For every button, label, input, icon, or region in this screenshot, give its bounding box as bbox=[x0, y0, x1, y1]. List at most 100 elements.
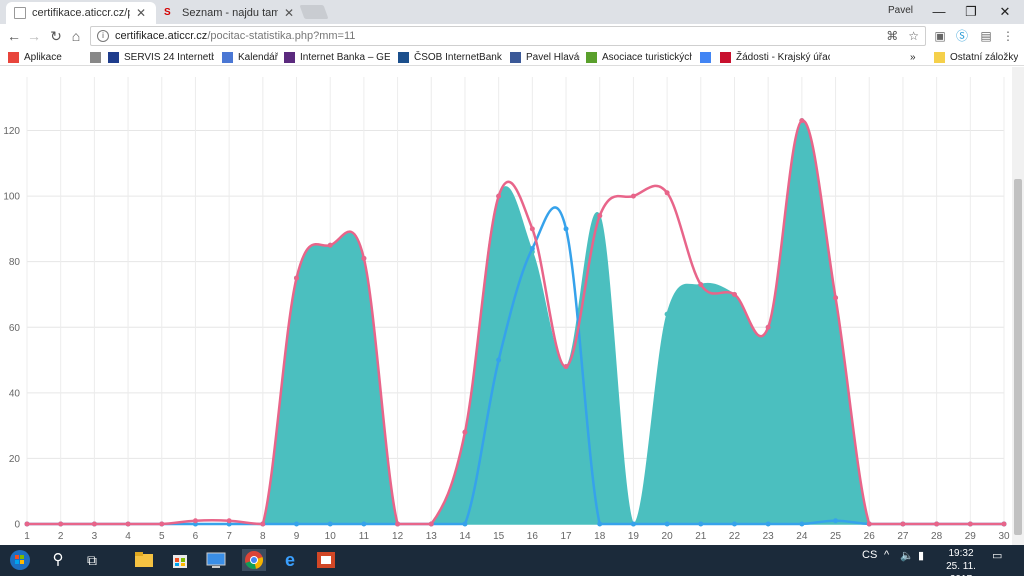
x-tick-label: 3 bbox=[92, 531, 98, 542]
network-icon[interactable]: ▮ bbox=[918, 549, 924, 562]
data-point bbox=[260, 521, 266, 527]
x-tick-label: 8 bbox=[260, 531, 266, 542]
chrome-icon[interactable] bbox=[242, 549, 266, 571]
data-point bbox=[462, 521, 468, 527]
clock-time: 19:32 bbox=[948, 548, 974, 559]
search-icon[interactable]: ⚲ bbox=[46, 549, 70, 571]
minimize-icon[interactable]: — bbox=[924, 2, 954, 22]
other-bookmarks-label: Ostatní záložky bbox=[950, 51, 1019, 63]
ge-bank-icon bbox=[284, 51, 295, 63]
data-point bbox=[529, 226, 535, 232]
data-point bbox=[731, 521, 737, 527]
clock[interactable]: 19:32 25. 11. 2017 bbox=[936, 547, 986, 586]
reload-icon[interactable]: ↻ bbox=[46, 26, 66, 46]
edge-icon[interactable]: e bbox=[278, 549, 302, 571]
bookmark-item[interactable]: ČSOB InternetBankin bbox=[398, 50, 502, 64]
menu-icon[interactable]: ⋮ bbox=[1000, 28, 1016, 44]
close-window-icon[interactable]: ✕ bbox=[990, 2, 1020, 22]
new-tab-button[interactable] bbox=[299, 5, 329, 19]
data-point bbox=[294, 521, 300, 527]
page-icon bbox=[14, 7, 26, 19]
vertical-scrollbar[interactable] bbox=[1012, 67, 1024, 545]
bookmark-item[interactable]: Žádosti - Krajský úřac bbox=[720, 50, 830, 64]
restore-icon[interactable]: ❐ bbox=[956, 2, 986, 22]
x-tick-label: 27 bbox=[897, 531, 909, 542]
bookmark-item[interactable]: Kalendář bbox=[222, 50, 278, 64]
task-view-icon[interactable]: ⧉ bbox=[80, 549, 104, 571]
bookmark-item[interactable]: Pavel Hlaváč bbox=[510, 50, 580, 64]
address-bar[interactable]: i certifikace.aticcr.cz/pocitac-statisti… bbox=[90, 26, 926, 46]
tab-active[interactable]: certifikace.aticcr.cz/pocit ✕ bbox=[6, 2, 156, 24]
x-tick-label: 11 bbox=[359, 531, 370, 542]
x-tick-label: 16 bbox=[527, 531, 539, 542]
bookmark-item[interactable]: Asociace turistických bbox=[586, 50, 692, 64]
bookmark-label: Aplikace bbox=[24, 51, 62, 63]
x-tick-label: 18 bbox=[594, 531, 606, 542]
data-point bbox=[529, 246, 535, 252]
bookmark-label: SERVIS 24 Internetba bbox=[124, 51, 214, 63]
url-host: certifikace.aticcr.cz bbox=[115, 30, 208, 42]
page-icon bbox=[90, 51, 101, 63]
file-explorer-icon[interactable] bbox=[132, 549, 156, 571]
language-indicator[interactable]: CS bbox=[862, 549, 877, 561]
tab-close-icon[interactable]: ✕ bbox=[284, 6, 294, 20]
tab-inactive[interactable]: S Seznam - najdu tam, co ✕ bbox=[156, 2, 302, 24]
x-tick-label: 20 bbox=[662, 531, 674, 542]
data-point bbox=[765, 521, 771, 527]
data-point bbox=[159, 521, 165, 527]
url-path: /pocitac-statistika.php?mm=11 bbox=[207, 30, 356, 42]
bookmark-item[interactable] bbox=[90, 50, 104, 64]
google-icon bbox=[700, 51, 711, 63]
volume-icon[interactable]: 🔈 bbox=[900, 549, 914, 562]
chevron-up-icon[interactable]: ^ bbox=[884, 549, 889, 561]
info-icon[interactable]: i bbox=[97, 30, 109, 42]
bookmark-label: Kalendář bbox=[238, 51, 278, 63]
data-point bbox=[664, 190, 670, 196]
x-tick-label: 25 bbox=[830, 531, 842, 542]
x-tick-label: 26 bbox=[864, 531, 876, 542]
data-point bbox=[125, 521, 131, 527]
data-point bbox=[765, 324, 771, 330]
forward-icon[interactable]: → bbox=[24, 26, 44, 46]
start-icon[interactable] bbox=[8, 549, 32, 571]
bookmark-item[interactable]: SERVIS 24 Internetba bbox=[108, 50, 214, 64]
extension-icon[interactable]: ▣ bbox=[932, 28, 948, 44]
presentation-icon[interactable] bbox=[314, 549, 338, 571]
bookmarks-overflow-icon[interactable]: » bbox=[910, 50, 916, 64]
translate-icon[interactable]: ⌘ bbox=[886, 29, 898, 43]
data-point bbox=[664, 521, 670, 527]
x-tick-label: 7 bbox=[226, 531, 232, 542]
back-icon[interactable]: ← bbox=[4, 26, 24, 46]
x-tick-label: 28 bbox=[931, 531, 943, 542]
data-point bbox=[900, 521, 906, 527]
data-point bbox=[967, 521, 973, 527]
data-point bbox=[496, 193, 502, 199]
tab-close-icon[interactable]: ✕ bbox=[136, 6, 146, 20]
calendar-icon bbox=[222, 51, 233, 63]
browser-toolbar: ← → ↻ ⌂ i certifikace.aticcr.cz/pocitac-… bbox=[0, 24, 1024, 48]
store-icon[interactable] bbox=[168, 549, 192, 571]
bookmark-item[interactable]: Aplikace bbox=[8, 50, 68, 64]
scrollbar-thumb[interactable] bbox=[1014, 179, 1022, 535]
folder-icon bbox=[934, 51, 945, 63]
tab-title: certifikace.aticcr.cz/pocit bbox=[32, 7, 130, 19]
apps-grid-icon bbox=[8, 51, 19, 63]
line-chart: 0204060801001201 2 3 4 5 6 7 8 9 10 11 12 13 14 15 16 17… bbox=[3, 77, 1010, 542]
other-bookmarks[interactable]: Ostatní záložky bbox=[934, 50, 1018, 64]
tab-title: Seznam - najdu tam, co bbox=[182, 7, 278, 19]
extension-icon[interactable]: ▤ bbox=[978, 28, 994, 44]
data-point bbox=[24, 521, 30, 527]
home-icon[interactable]: ⌂ bbox=[66, 26, 86, 46]
computer-icon[interactable] bbox=[204, 549, 228, 571]
taskbar: ⚲ ⧉ e CS ^ 🔈 ▮ 19:32 25. 11. 2017 ▭ bbox=[0, 545, 1024, 585]
data-point bbox=[327, 242, 333, 248]
x-tick-label: 19 bbox=[628, 531, 640, 542]
notifications-icon[interactable]: ▭ bbox=[992, 549, 1002, 562]
bookmark-item[interactable] bbox=[700, 50, 714, 64]
y-tick-label: 60 bbox=[9, 323, 21, 334]
bookmark-item[interactable]: Internet Banka – GE bbox=[284, 50, 390, 64]
leaf-icon bbox=[586, 51, 597, 63]
star-icon[interactable]: ☆ bbox=[908, 29, 919, 43]
profile-name[interactable]: Pavel bbox=[888, 5, 913, 16]
skype-icon[interactable]: Ⓢ bbox=[954, 28, 970, 44]
